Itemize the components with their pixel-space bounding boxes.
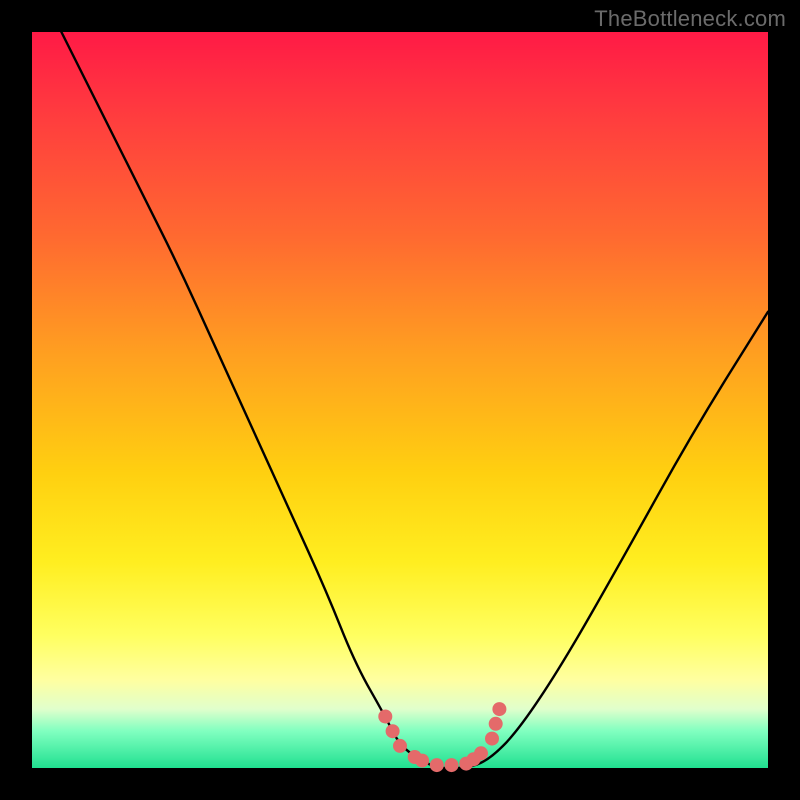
chart-overlay: [32, 32, 768, 768]
highlight-dot: [415, 754, 429, 768]
chart-frame: TheBottleneck.com: [0, 0, 800, 800]
highlight-dot: [492, 702, 506, 716]
highlight-dot: [386, 724, 400, 738]
highlight-dot: [378, 710, 392, 724]
bottleneck-curve: [61, 32, 768, 768]
highlight-dot: [489, 717, 503, 731]
highlight-dot: [474, 746, 488, 760]
highlight-dots: [378, 702, 506, 772]
highlight-dot: [445, 758, 459, 772]
highlight-dot: [393, 739, 407, 753]
watermark-text: TheBottleneck.com: [594, 6, 786, 32]
highlight-dot: [485, 732, 499, 746]
highlight-dot: [430, 758, 444, 772]
